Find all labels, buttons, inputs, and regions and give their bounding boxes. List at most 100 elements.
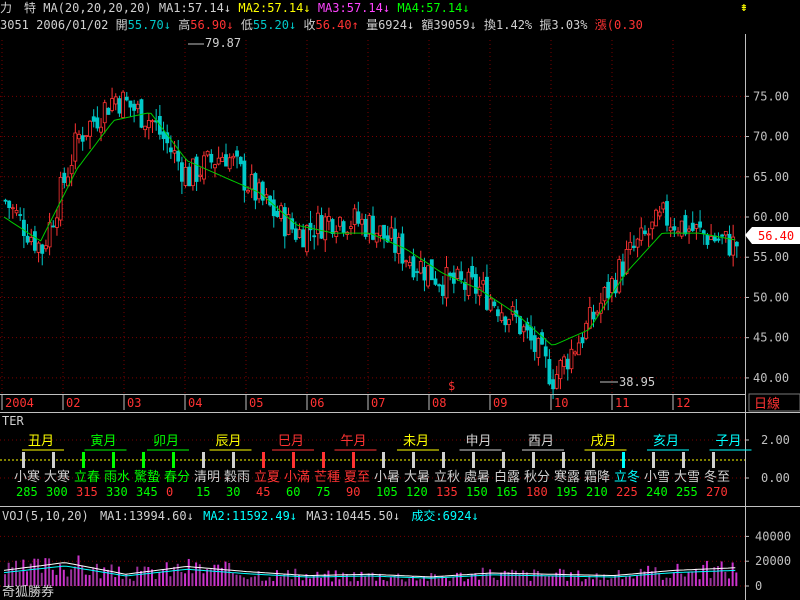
candle-body (393, 228, 397, 253)
volume-bar (286, 570, 289, 586)
volume-bar (683, 576, 686, 586)
stock-code: 3051 (0, 18, 29, 32)
volume-panel[interactable]: 40000 20000 0 VOJ(5,10,20) MA1:13994.60↓ M… (0, 506, 800, 600)
ma-settings-label[interactable]: MA(20,20,20,20) (43, 1, 151, 15)
candle-body (257, 182, 261, 200)
candle-body (209, 153, 214, 163)
volume-bar (650, 571, 653, 586)
solar-degree-label: 90 (346, 485, 360, 499)
solar-degree-label: 60 (286, 485, 300, 499)
month-label: 申月 (466, 434, 492, 449)
candle-body (168, 147, 173, 153)
volume-bar (720, 561, 723, 586)
open-value: 55.70↓ (127, 18, 171, 32)
ter-indicator-panel[interactable]: TER 2.00 0.00 丑月 寅月 卯月 辰月 巳月 午月 未月 申月 酉月 戌月 亥月 子月 小寒… (0, 412, 800, 506)
candle-body (62, 172, 67, 184)
volume-bar (147, 566, 150, 586)
volume-bar (445, 578, 447, 586)
candle-body (551, 379, 555, 390)
term-marker (52, 452, 55, 468)
term-marker (172, 452, 175, 468)
period-button[interactable]: 日線 (754, 396, 780, 412)
volume-bar (136, 566, 139, 586)
candle-body (404, 260, 408, 263)
candle-body (18, 214, 23, 216)
volume-bar (467, 578, 470, 586)
solar-term-label: 小寒 (14, 469, 40, 485)
candle-body (249, 174, 254, 190)
close-value: 56.40↑ (315, 18, 359, 32)
volume-bar (573, 576, 576, 586)
indicator-y-axis: 2.00 0.00 (745, 433, 790, 485)
volume-bar (592, 579, 594, 586)
candle-body (547, 359, 552, 385)
term-marker (82, 452, 85, 468)
volume-bar (209, 569, 212, 586)
candle-body (323, 216, 328, 241)
volume-bar (158, 571, 161, 586)
volume-bar (584, 578, 587, 586)
candle-body (470, 265, 475, 278)
volume-bar (290, 579, 293, 586)
volume-bar (603, 574, 606, 586)
candle-body (720, 234, 725, 237)
candle-body (246, 190, 250, 193)
volume-bar (59, 564, 62, 586)
solar-degree-label: 150 (466, 485, 488, 499)
volume-bar (261, 580, 264, 586)
solar-term-label: 寒露 (554, 469, 580, 485)
volume-bar (430, 573, 433, 586)
time-tick-label: 07 (371, 396, 385, 410)
candle-body (687, 228, 691, 232)
volume-bar (536, 570, 539, 586)
volume-bar (334, 570, 337, 586)
candle-body (205, 150, 210, 156)
volume-bar (551, 576, 554, 586)
month-label: 子月 (716, 434, 742, 449)
volume-bar (349, 581, 352, 586)
candle-body (69, 165, 74, 175)
volume-bar (220, 567, 223, 586)
candle-body (374, 232, 379, 243)
term-marker (712, 452, 715, 468)
volume-bar (169, 576, 172, 586)
ma4-value: MA4:57.14↓ (397, 1, 470, 15)
volume-bar (610, 578, 613, 586)
candle-body (665, 201, 669, 226)
solar-degree-label: 75 (316, 485, 330, 499)
price-tick-label: 75.00 (753, 89, 789, 103)
candle-body (231, 155, 236, 159)
solar-degree-labels: 285 300 315 330 345 0 15 30 45 60 75 90 105 120 135 150… (16, 485, 728, 499)
volume-bar (356, 580, 359, 586)
solar-term-label: 小雪 (644, 470, 670, 485)
price-y-axis: 75.00 70.00 65.00 60.00 55.00 50.00 45.00 40.00 (745, 34, 789, 412)
candle-body (341, 221, 346, 233)
volume-bar (378, 573, 381, 586)
price-chart[interactable]: 75.00 70.00 65.00 60.00 55.00 50.00 45.00 40.00… (0, 34, 800, 412)
solar-degree-label: 345 (136, 485, 158, 499)
volume-bar (121, 578, 124, 586)
volume-bar (713, 567, 716, 586)
candle-body (146, 120, 151, 129)
candle-body (621, 261, 625, 277)
candle-body (440, 284, 445, 296)
candle-body (352, 208, 357, 225)
candle-body (650, 221, 655, 230)
candle-body (595, 311, 600, 315)
month-label: 巳月 (278, 434, 304, 449)
solar-term-label: 白露 (494, 469, 520, 485)
candle-body (540, 332, 544, 345)
change-label: 漲 (594, 18, 607, 32)
candle-body (507, 319, 511, 326)
volume-bar (151, 569, 153, 586)
volume-bar (566, 580, 569, 586)
volume-bar (154, 579, 157, 586)
candle-body (128, 100, 133, 108)
candle-body (679, 220, 684, 237)
candle-body (356, 211, 361, 224)
solar-degree-label: 105 (376, 485, 398, 499)
solar-term-label: 大暑 (404, 470, 430, 485)
scroll-top-icon[interactable]: ⇟ (740, 0, 748, 15)
volume-bar (727, 578, 730, 586)
solar-term-label: 冬至 (704, 469, 730, 485)
